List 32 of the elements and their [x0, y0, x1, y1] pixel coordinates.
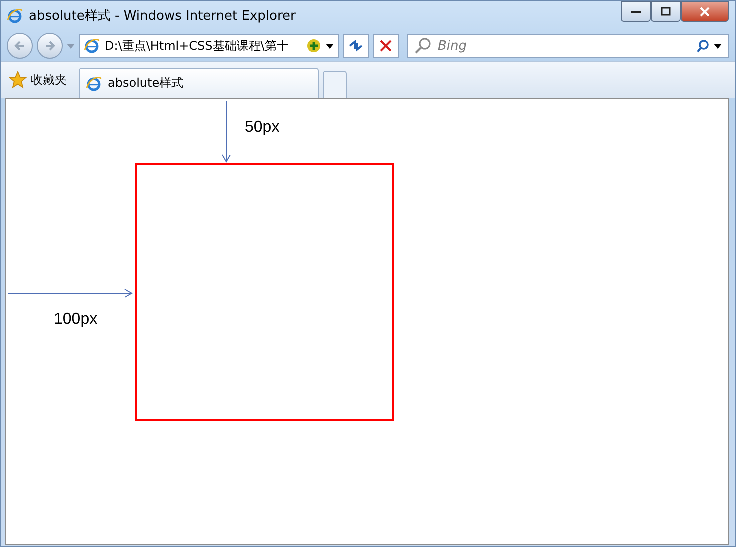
caret-icon [67, 44, 75, 48]
minimize-button[interactable] [621, 1, 651, 22]
close-icon [700, 6, 710, 16]
search-icon [697, 40, 710, 52]
search-icon [414, 37, 432, 55]
caret-icon [326, 44, 334, 48]
forward-button[interactable] [37, 33, 63, 59]
stop-x-icon [380, 40, 392, 52]
refresh-arrows-icon [349, 40, 363, 52]
back-arrow-icon [14, 40, 26, 52]
search-box[interactable]: Bing [407, 34, 729, 58]
distance-label: 50px [245, 119, 280, 137]
back-button[interactable] [7, 33, 33, 59]
browser-logo-icon [7, 8, 23, 24]
refresh-button[interactable] [343, 34, 369, 58]
address-field[interactable]: D:\重点\Html+CSS基础课程\第十 [79, 34, 339, 58]
forward-arrow-icon [44, 40, 56, 52]
compatibility-plus-icon [307, 39, 321, 53]
maximize-button[interactable] [651, 1, 681, 22]
favorites-button[interactable]: 收藏夹 [7, 65, 75, 95]
distance-label: 100px [54, 311, 98, 329]
minimize-icon [631, 10, 641, 14]
browser-logo-icon [86, 76, 102, 92]
browser-tab[interactable]: absolute样式 [79, 68, 319, 98]
close-button[interactable] [681, 1, 729, 22]
stop-button[interactable] [373, 34, 399, 58]
maximize-icon [661, 7, 671, 16]
arrow [222, 101, 231, 163]
browser-logo-icon [84, 38, 100, 54]
caret-icon [714, 44, 722, 48]
star-icon [9, 71, 27, 89]
window-title: absolute样式 - Windows Internet Explorer [29, 8, 297, 25]
